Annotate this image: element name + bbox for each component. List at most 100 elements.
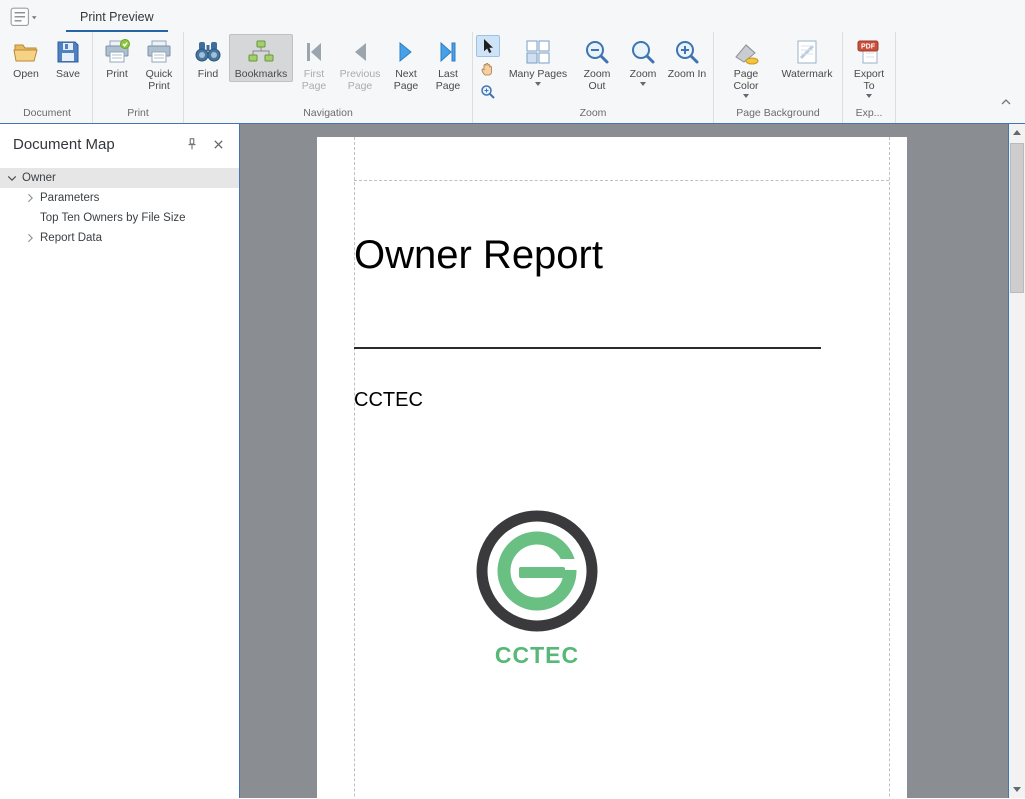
pin-panel-button[interactable] (183, 135, 201, 153)
page-color-button[interactable]: Page Color (717, 34, 775, 100)
zoom-in-button[interactable]: Zoom In (664, 34, 710, 82)
document-map-title: Document Map (13, 136, 175, 153)
first-page-label: First Page (296, 68, 332, 92)
zoom-in-icon (673, 38, 701, 66)
binoculars-icon (194, 38, 222, 66)
bookmarks-orgchart-icon (247, 38, 275, 66)
group-label-document: Document (5, 105, 89, 123)
top-margin-guide (354, 180, 889, 181)
tree-item-label: Parameters (40, 192, 99, 204)
preview-area[interactable]: Owner Report CCTEC CCTEC (240, 124, 1008, 798)
open-button[interactable]: Open (5, 34, 47, 82)
tab-print-preview[interactable]: Print Preview (66, 4, 168, 32)
find-button[interactable]: Find (187, 34, 229, 82)
document-map-tree: Owner Parameters Top Ten Owners by File … (0, 168, 239, 248)
watermark-icon (793, 38, 821, 66)
page-color-label: Page Color (720, 68, 772, 92)
zoom-out-icon (583, 38, 611, 66)
many-pages-label: Many Pages (509, 68, 567, 80)
tree-item-label: Owner (22, 172, 56, 184)
zoom-out-button[interactable]: Zoom Out (572, 34, 622, 94)
tree-item-owner[interactable]: Owner (0, 168, 239, 188)
zoom-button[interactable]: Zoom (622, 34, 664, 88)
save-button[interactable]: Save (47, 34, 89, 82)
close-icon (213, 139, 224, 150)
watermark-button[interactable]: Watermark (775, 34, 839, 82)
next-page-button[interactable]: Next Page (385, 34, 427, 94)
bookmarks-button[interactable]: Bookmarks (229, 34, 293, 82)
bookmarks-label: Bookmarks (235, 68, 288, 80)
group-zoom: Many Pages Zoom Out Zoom Zoom In Zoom (473, 32, 714, 123)
save-label: Save (56, 68, 80, 80)
scroll-up-button[interactable] (1009, 124, 1025, 141)
quick-printer-icon (145, 38, 173, 66)
last-page-label: Last Page (430, 68, 466, 92)
dropdown-caret-icon (640, 82, 646, 86)
group-label-zoom: Zoom (476, 105, 710, 123)
chevron-right-icon[interactable] (24, 193, 36, 203)
open-folder-icon (12, 38, 40, 66)
report-title-rule (354, 347, 821, 349)
document-map-panel: Document Map Owner Parameters (0, 124, 240, 798)
magnifier-plus-icon (480, 84, 496, 100)
arrow-up-icon (1013, 130, 1021, 135)
print-label: Print (106, 68, 128, 80)
previous-page-label: Previous Page (338, 68, 382, 92)
zoom-out-label: Zoom Out (575, 68, 619, 92)
group-label-print: Print (96, 105, 180, 123)
ribbon-menu-button[interactable] (10, 7, 40, 27)
print-button[interactable]: Print (96, 34, 138, 82)
export-to-button[interactable]: PDF Export To (846, 34, 892, 100)
ribbon-collapse-button[interactable] (997, 95, 1015, 109)
group-export: PDF Export To Exp... (843, 32, 896, 123)
last-page-button[interactable]: Last Page (427, 34, 469, 94)
ribbon-menu-icon (10, 7, 40, 28)
hand-tool-button[interactable] (476, 58, 500, 80)
hand-icon (480, 61, 496, 77)
report-company-name: CCTEC (354, 389, 423, 412)
ribbon-tab-row: Print Preview (0, 0, 1025, 32)
print-preview-window: Print Preview Open Save Document (0, 0, 1025, 799)
group-label-page-background: Page Background (717, 105, 839, 123)
next-page-label: Next Page (388, 68, 424, 92)
zoom-in-label: Zoom In (668, 68, 707, 80)
report-page: Owner Report CCTEC CCTEC (317, 137, 907, 798)
previous-page-icon (346, 38, 374, 66)
right-margin-guide (889, 137, 890, 798)
tree-item-label: Top Ten Owners by File Size (40, 212, 186, 224)
mouse-pointer-icon (480, 38, 496, 54)
many-pages-button[interactable]: Many Pages (504, 34, 572, 88)
content-area: Document Map Owner Parameters (0, 124, 1025, 798)
dropdown-caret-icon (866, 94, 872, 98)
quick-print-button[interactable]: Quick Print (138, 34, 180, 94)
first-page-button[interactable]: First Page (293, 34, 335, 94)
tree-item-report-data[interactable]: Report Data (0, 228, 239, 248)
group-label-export: Exp... (846, 105, 892, 123)
logo-text: CCTEC (467, 642, 607, 669)
scroll-down-button[interactable] (1009, 781, 1025, 798)
tree-item-parameters[interactable]: Parameters (0, 188, 239, 208)
zoom-label: Zoom (630, 68, 657, 80)
first-page-icon (300, 38, 328, 66)
group-navigation: Find Bookmarks First Page Previous Page … (184, 32, 473, 123)
tree-item-top-ten-owners[interactable]: Top Ten Owners by File Size (0, 208, 239, 228)
last-page-icon (434, 38, 462, 66)
magnifier-tool-button[interactable] (476, 81, 500, 103)
chevron-right-icon[interactable] (24, 233, 36, 243)
close-panel-button[interactable] (209, 135, 227, 153)
chevron-down-icon[interactable] (6, 175, 18, 182)
chevron-up-icon (1001, 99, 1011, 105)
save-floppy-icon (54, 38, 82, 66)
report-title: Owner Report (354, 233, 603, 278)
scrollbar-thumb[interactable] (1010, 143, 1024, 293)
pin-icon (185, 137, 199, 151)
printer-icon (103, 38, 131, 66)
vertical-scrollbar[interactable] (1008, 124, 1025, 798)
cctec-logo-icon (471, 509, 603, 637)
previous-page-button[interactable]: Previous Page (335, 34, 385, 94)
mouse-pointer-tool-button[interactable] (476, 35, 500, 57)
group-print: Print Quick Print Print (93, 32, 184, 123)
zoom-icon (629, 38, 657, 66)
company-logo: CCTEC (467, 509, 607, 669)
group-label-navigation: Navigation (187, 105, 469, 123)
